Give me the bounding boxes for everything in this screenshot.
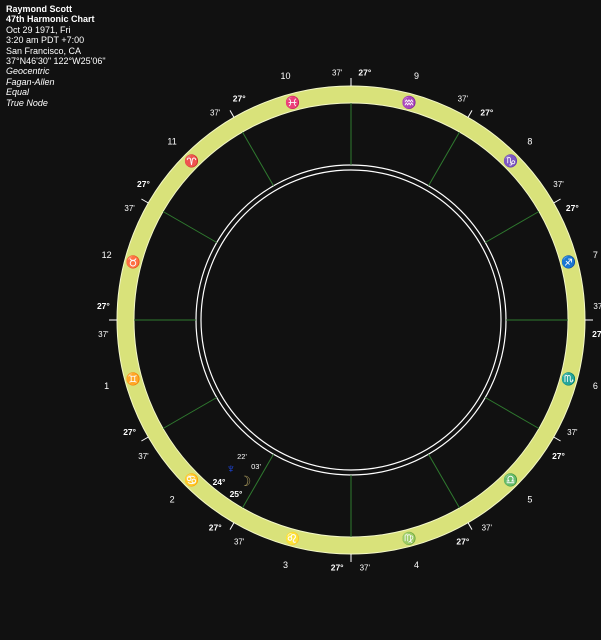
house-number-8: 8	[527, 137, 532, 147]
cusp-degree: 27°	[480, 107, 493, 117]
cusp-tick	[467, 522, 473, 530]
aquarius-glyph: ♒	[402, 96, 417, 110]
neptune-minute: 22'	[237, 452, 247, 461]
neptune-glyph: ♆	[226, 461, 236, 476]
cusp-degree: 27°	[592, 329, 601, 339]
moon-minute: 03'	[251, 462, 261, 471]
neptune-degree: 24°	[213, 477, 226, 487]
house-number-4: 4	[414, 560, 419, 570]
moon-glyph: ☽	[239, 473, 252, 489]
cusp-degree: 27°	[97, 301, 110, 311]
cusp-minute: 37'	[210, 108, 221, 117]
cusp-minute: 37'	[138, 452, 149, 461]
cancer-glyph: ♋	[184, 473, 199, 487]
planet-markers: ♆22' 24° ☽ 03' 25°	[213, 452, 262, 499]
house-number-9: 9	[414, 71, 419, 81]
chart-wheel: 27° 37' 27° 37' 27° 37' 27° 37' 27° 37' 27° 37' 27° 3…	[97, 67, 601, 573]
inner-ring-inner	[200, 169, 502, 471]
cusp-minute: 37'	[482, 524, 493, 533]
cusp-minute: 37'	[234, 537, 245, 546]
house-cusp-lines	[109, 78, 593, 562]
sagittarius-glyph: ♐	[561, 255, 576, 269]
cusp-tick	[229, 522, 235, 530]
zodiac-band-inner-edge	[133, 102, 569, 538]
cusp-tick	[141, 198, 149, 204]
cusp-tick	[553, 436, 561, 442]
house-cusp-line	[484, 211, 540, 243]
house-cusp-line	[484, 397, 540, 429]
cusp-tick	[553, 198, 561, 204]
cusp-degree: 27°	[456, 536, 469, 546]
house-cusp-line	[428, 453, 460, 509]
cusp-minute: 37'	[124, 204, 135, 213]
moon-degree: 25°	[230, 489, 243, 499]
cusp-degree: 27°	[123, 427, 136, 437]
cusp-degree: 27°	[566, 203, 579, 213]
house-number-3: 3	[283, 560, 288, 570]
cusp-tick	[467, 110, 473, 118]
cusp-minute: 37'	[98, 330, 109, 339]
cusp-degree: 27°	[233, 94, 246, 104]
cusp-minute: 37'	[593, 302, 601, 311]
gemini-glyph: ♊	[126, 372, 141, 386]
cusp-minute: 37'	[360, 564, 371, 573]
taurus-glyph: ♉	[126, 255, 141, 269]
cusp-degree: 27°	[137, 179, 150, 189]
house-number-5: 5	[527, 494, 532, 504]
house-number-7: 7	[593, 250, 598, 260]
cusp-degree: 27°	[358, 67, 371, 77]
house-number-6: 6	[593, 381, 598, 391]
inner-ring-outer	[195, 164, 507, 476]
leo-glyph: ♌	[285, 531, 300, 545]
house-number-1: 1	[104, 381, 109, 391]
virgo-glyph: ♍	[402, 531, 417, 545]
aries-glyph: ♈	[184, 154, 199, 168]
house-number-2: 2	[170, 494, 175, 504]
cusp-minute: 37'	[458, 95, 469, 104]
house-number-10: 10	[281, 71, 291, 81]
house-number-11: 11	[167, 137, 176, 147]
capricorn-glyph: ♑	[503, 154, 518, 168]
cusp-degree: 27°	[209, 523, 222, 533]
cusp-tick	[141, 436, 149, 442]
scorpio-glyph: ♏	[561, 372, 576, 386]
cusp-degree: 27°	[552, 451, 565, 461]
cusp-minute: 37'	[332, 68, 343, 77]
cusp-minute: 37'	[553, 180, 564, 189]
house-number-12: 12	[102, 250, 112, 260]
pisces-glyph: ♓	[285, 96, 300, 110]
cusp-tick	[229, 110, 235, 118]
cusp-minute: 37'	[567, 428, 578, 437]
libra-glyph: ♎	[503, 473, 518, 487]
house-cusp-line	[242, 131, 274, 187]
house-cusp-line	[162, 397, 218, 429]
house-cusp-line	[162, 211, 218, 243]
cusp-degree: 27°	[331, 563, 344, 573]
house-cusp-line	[428, 131, 460, 187]
